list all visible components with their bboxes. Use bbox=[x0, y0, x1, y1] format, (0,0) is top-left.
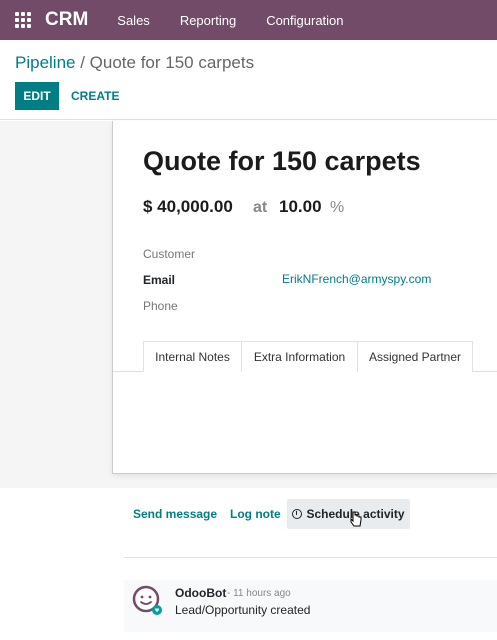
app-title[interactable]: CRM bbox=[45, 9, 88, 31]
log-note-button[interactable]: Log note bbox=[230, 499, 281, 529]
breadcrumb-pipeline-link[interactable]: Pipeline bbox=[15, 53, 76, 72]
at-label: at bbox=[253, 199, 268, 216]
message-author[interactable]: OdooBot bbox=[175, 586, 226, 600]
top-navbar: CRM Sales Reporting Configuration bbox=[0, 0, 497, 40]
message-body: Lead/Opportunity created bbox=[175, 603, 311, 617]
expected-revenue[interactable]: $ 40,000.00 bbox=[143, 197, 233, 217]
phone-label: Phone bbox=[143, 299, 178, 313]
create-button[interactable]: CREATE bbox=[71, 82, 119, 110]
message-timestamp: - 11 hours ago bbox=[227, 588, 291, 599]
tab-extra-information[interactable]: Extra Information bbox=[241, 341, 358, 372]
odoobot-avatar-icon bbox=[132, 585, 162, 615]
email-label: Email bbox=[143, 273, 176, 287]
schedule-activity-button[interactable]: Schedule activity bbox=[287, 499, 410, 529]
chatter-separator bbox=[124, 557, 497, 558]
opportunity-title[interactable]: Quote for 150 carpets bbox=[143, 146, 421, 177]
tab-assigned-partner[interactable]: Assigned Partner bbox=[357, 341, 473, 372]
edit-button[interactable]: EDIT bbox=[15, 82, 59, 110]
mouse-cursor-icon bbox=[350, 511, 362, 527]
breadcrumb: Pipeline / Quote for 150 carpets bbox=[15, 53, 254, 73]
customer-label: Customer bbox=[143, 247, 196, 261]
email-value[interactable]: ErikNFrench@armyspy.com bbox=[282, 272, 431, 286]
clock-icon bbox=[292, 509, 303, 519]
breadcrumb-current: Quote for 150 carpets bbox=[89, 53, 255, 72]
menu-reporting[interactable]: Reporting bbox=[165, 13, 251, 28]
probability-value[interactable]: 10.00 bbox=[279, 197, 322, 217]
tab-internal-notes[interactable]: Internal Notes bbox=[143, 341, 242, 372]
percent-sign: % bbox=[330, 199, 345, 216]
menu-sales[interactable]: Sales bbox=[102, 13, 165, 28]
breadcrumb-separator: / bbox=[75, 53, 90, 72]
apps-grid-icon[interactable] bbox=[15, 12, 31, 28]
send-message-button[interactable]: Send message bbox=[133, 499, 217, 529]
menu-configuration[interactable]: Configuration bbox=[251, 13, 358, 28]
